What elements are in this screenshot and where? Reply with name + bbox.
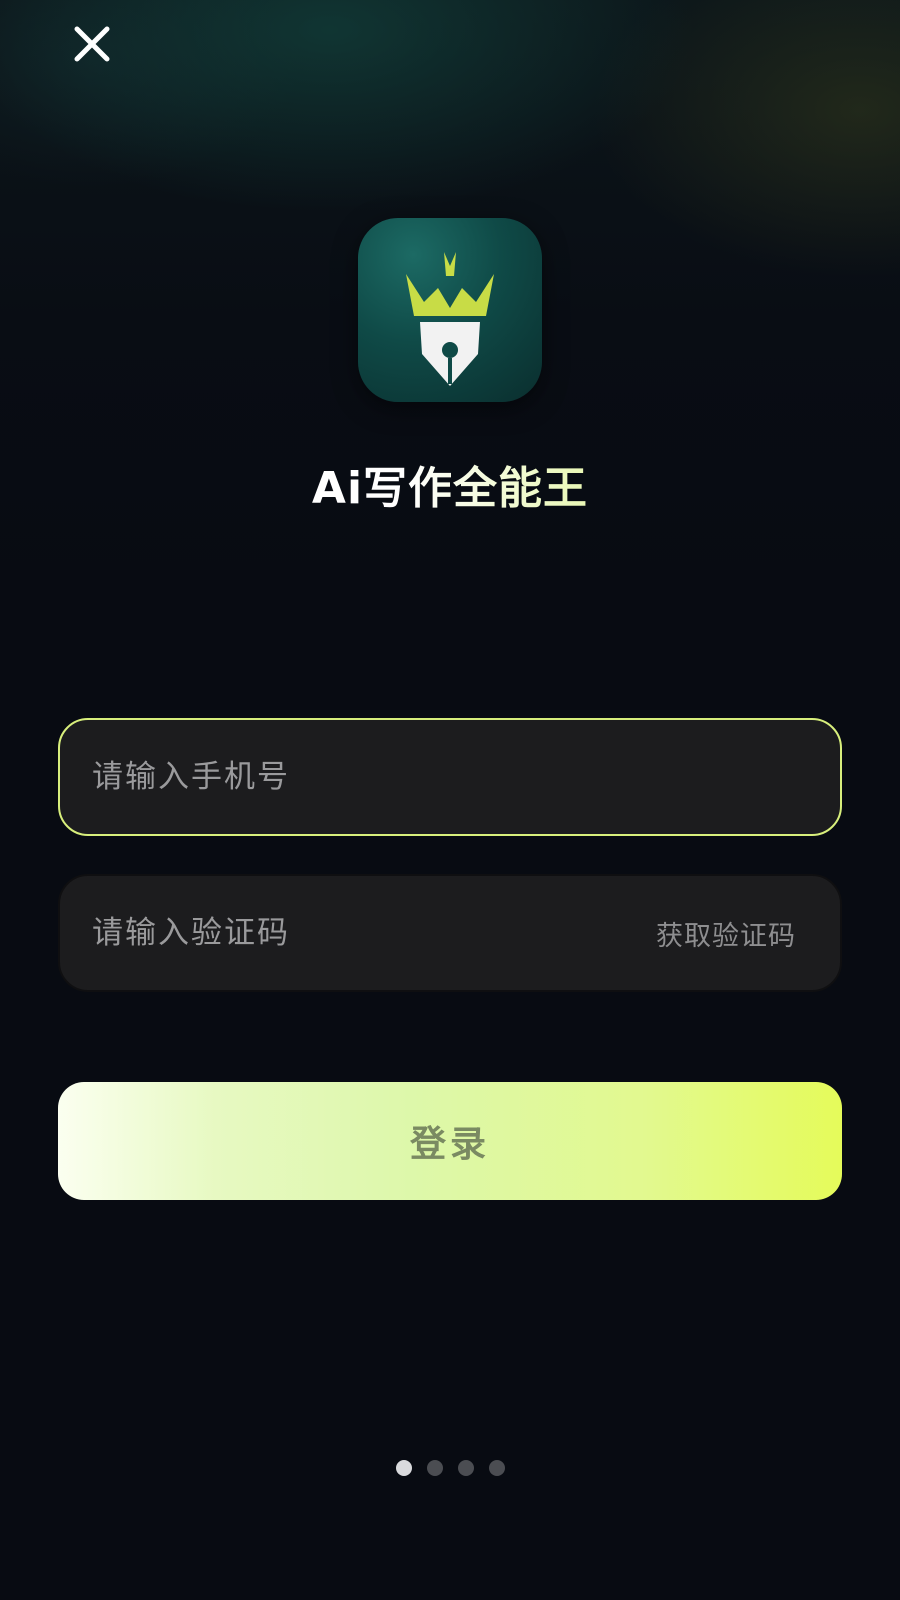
app-logo	[358, 218, 542, 402]
page-indicator	[0, 1460, 900, 1476]
login-button[interactable]: 登录	[58, 1082, 842, 1200]
crown-pen-nib-icon	[406, 252, 494, 386]
close-button[interactable]	[64, 16, 120, 72]
page-dot[interactable]	[488, 1460, 505, 1476]
get-code-button[interactable]: 获取验证码	[656, 914, 796, 953]
page-dot[interactable]	[426, 1460, 443, 1476]
phone-field[interactable]	[58, 718, 842, 836]
phone-input[interactable]	[92, 759, 808, 795]
verification-code-input[interactable]	[92, 915, 656, 951]
close-icon	[74, 26, 110, 62]
page-dot[interactable]	[457, 1460, 474, 1476]
login-screen: Ai写作全能王 获取验证码 登录	[0, 0, 900, 1600]
page-dot[interactable]	[395, 1460, 412, 1476]
verification-code-field[interactable]: 获取验证码	[58, 874, 842, 992]
app-name: Ai写作全能王	[0, 452, 900, 516]
